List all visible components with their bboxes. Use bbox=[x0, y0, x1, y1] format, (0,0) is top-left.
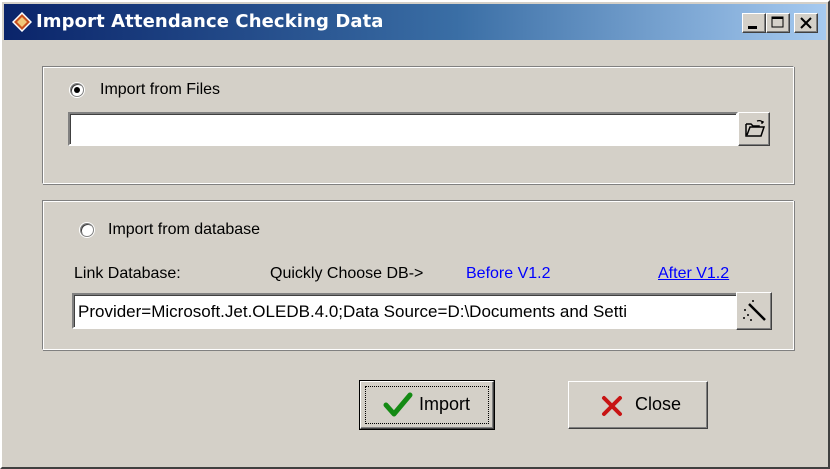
close-window-button[interactable] bbox=[794, 13, 818, 33]
import-files-radio[interactable] bbox=[70, 83, 84, 97]
minimize-icon bbox=[748, 26, 757, 29]
import-button-label: Import bbox=[419, 394, 471, 414]
open-folder-icon bbox=[745, 120, 766, 137]
minimize-button[interactable] bbox=[742, 13, 766, 33]
connection-string-input[interactable]: Provider=Microsoft.Jet.OLEDB.4.0;Data So… bbox=[72, 293, 738, 329]
close-button[interactable]: Close bbox=[568, 381, 708, 429]
checkmark-icon bbox=[383, 392, 413, 417]
import-dialog-window: Import Attendance Checking Data Import f… bbox=[0, 0, 830, 469]
browse-files-button[interactable] bbox=[738, 112, 770, 146]
close-button-label: Close bbox=[635, 394, 682, 414]
import-button[interactable]: Import bbox=[359, 380, 495, 430]
import-database-label[interactable]: Import from database bbox=[108, 221, 260, 239]
link-database-label: Link Database: bbox=[74, 265, 181, 282]
title-bar[interactable]: Import Attendance Checking Data bbox=[4, 4, 826, 40]
magic-wand-icon bbox=[743, 300, 766, 321]
window-title: Import Attendance Checking Data bbox=[36, 11, 384, 32]
maximize-button[interactable] bbox=[766, 13, 790, 33]
red-x-icon bbox=[602, 396, 622, 416]
database-wizard-button[interactable] bbox=[736, 292, 772, 330]
after-v12-link[interactable]: After V1.2 bbox=[658, 265, 729, 283]
radio-selected-dot bbox=[74, 87, 80, 93]
import-database-radio[interactable] bbox=[80, 223, 94, 237]
file-path-input[interactable] bbox=[68, 112, 738, 146]
close-icon bbox=[800, 17, 812, 29]
maximize-icon bbox=[771, 16, 784, 28]
quick-choose-label: Quickly Choose DB-> bbox=[270, 265, 424, 282]
app-icon bbox=[12, 12, 32, 32]
import-files-label[interactable]: Import from Files bbox=[100, 81, 220, 99]
before-v12-link[interactable]: Before V1.2 bbox=[466, 265, 551, 283]
